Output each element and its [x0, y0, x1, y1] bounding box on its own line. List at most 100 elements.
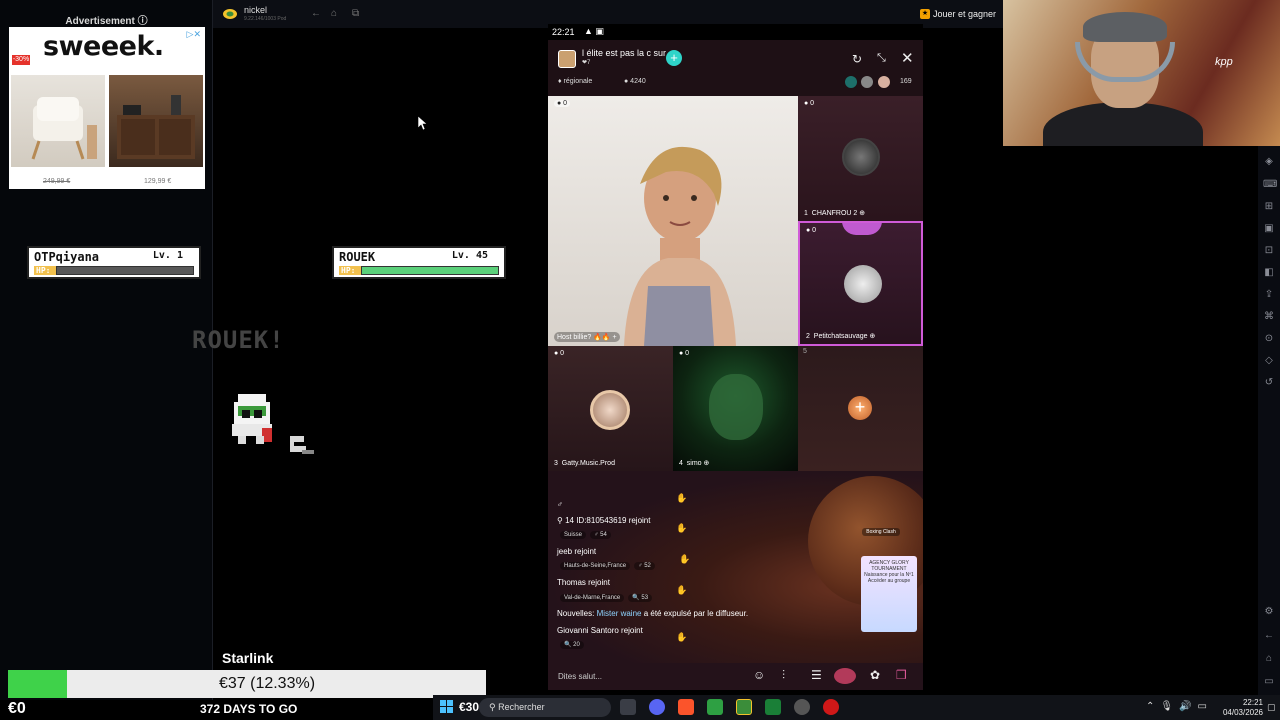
- seat-crown-icon: [842, 223, 882, 235]
- goal-title: Starlink: [222, 650, 274, 666]
- gift-box-icon[interactable]: ❒: [896, 668, 907, 682]
- toolbar-icon-keyboard[interactable]: ⌨: [1263, 179, 1277, 191]
- wave-icon[interactable]: ✋: [676, 632, 687, 643]
- chat-line: ⚲ 14 ID:810543619 rejoint: [557, 516, 651, 525]
- ad-banner[interactable]: sweeek. ▷✕ -30% 249,99 € 129,99 €: [9, 27, 205, 189]
- viewer-avatar[interactable]: [860, 75, 874, 89]
- tabs-icon[interactable]: ⧉: [352, 8, 359, 19]
- toolbar-icon-layers[interactable]: ◇: [1263, 355, 1275, 367]
- toolbar-icon-screen[interactable]: ▣: [1263, 223, 1275, 235]
- toolbar-icon-screenshot[interactable]: ⊡: [1263, 245, 1275, 257]
- toolbar-icon-apk[interactable]: ⇪: [1263, 289, 1275, 301]
- emulator-icon[interactable]: [736, 699, 752, 715]
- taskbar-search[interactable]: ⚲ Rechercher: [479, 698, 611, 717]
- phone-screen: 22:21 ▲ ▣ l élite est pas la c sur ❤7 + …: [548, 24, 923, 690]
- chat-line: ♂: [557, 500, 563, 509]
- player-status-box: ROUEK Lv. 45 HP:: [332, 246, 506, 279]
- room-avatar[interactable]: [558, 50, 576, 68]
- promo-card[interactable]: AGENCY GLORY TOURNAMENT Naissance pour l…: [861, 556, 917, 632]
- emoji-icon[interactable]: ☺: [753, 668, 765, 682]
- toolbar-icon-location[interactable]: ⊙: [1263, 333, 1275, 345]
- webcam-jersey-text: kpp: [1215, 56, 1233, 68]
- seat-name: 1 CHANFROU 2 ⊕: [804, 210, 866, 217]
- viewer-avatar[interactable]: [877, 75, 891, 89]
- ad-product-image-cabinet[interactable]: [109, 75, 203, 167]
- play-and-win-button[interactable]: ★ Jouer et gagner: [916, 6, 1000, 22]
- ad-price-new: 129,99 €: [144, 178, 172, 185]
- chat-area: ♂ ⚲ 14 ID:810543619 rejoint Suisse ♂ 54 j…: [548, 471, 923, 663]
- seat-3[interactable]: ● 0 3 Gatty.Music.Prod: [548, 346, 673, 471]
- toolbar-icon-eco[interactable]: ⌘: [1263, 311, 1275, 323]
- webcam-feed: kpp: [1003, 0, 1280, 146]
- home-icon[interactable]: ⌂: [331, 8, 337, 19]
- seat-2[interactable]: ● 0 2 Petitchatsauvage ⊕: [798, 221, 923, 346]
- region-tag[interactable]: ♦ régionale: [558, 78, 592, 85]
- back-arrow-icon[interactable]: ←: [311, 8, 321, 19]
- seat-5-empty[interactable]: 5 +: [798, 346, 923, 471]
- chat-meta: Val-de-Marne,France 🔍 53: [560, 594, 656, 602]
- viewer-count[interactable]: 169: [900, 78, 912, 85]
- toolbar-icon-settings[interactable]: ⚙: [1263, 606, 1275, 618]
- webcam-headset: [1075, 42, 1175, 82]
- task-view-icon[interactable]: [620, 699, 636, 715]
- join-seat-plus-icon[interactable]: +: [848, 396, 872, 420]
- chat-input[interactable]: [558, 668, 738, 684]
- ad-product-image-chair[interactable]: [11, 75, 105, 167]
- enemy-level: Lv. 1: [152, 250, 183, 261]
- chat-meta: Hauts-de-Seine,France ♂ 52: [560, 562, 659, 570]
- wave-icon[interactable]: ✋: [676, 493, 687, 504]
- viewer-avatar[interactable]: [844, 75, 858, 89]
- host-label: Host billie? 🔥🔥 +: [554, 332, 620, 342]
- seat-video-face: [709, 374, 763, 440]
- seat-avatar: [842, 138, 880, 176]
- rose-gift-icon[interactable]: ✿: [870, 668, 880, 682]
- toolbar-icon-volume[interactable]: ◈: [1263, 156, 1275, 168]
- room-coin-count[interactable]: ● 4240: [624, 78, 646, 85]
- toolbar-icon-home[interactable]: ⌂: [1263, 653, 1275, 665]
- minimize-icon[interactable]: ⤡: [877, 52, 886, 65]
- wave-icon[interactable]: ✋: [676, 585, 687, 596]
- user-logo-icon[interactable]: [222, 7, 238, 21]
- toolbar-icon-back[interactable]: ←: [1263, 630, 1275, 642]
- toolbar-icon-rotate[interactable]: ↺: [1263, 377, 1275, 389]
- app-green-icon[interactable]: [707, 699, 723, 715]
- gift-game-icon[interactable]: [834, 668, 856, 684]
- seat-coins: ● 0: [806, 227, 817, 234]
- notification-icon[interactable]: ▢: [1267, 702, 1276, 713]
- host-video: [624, 146, 736, 346]
- toolbar-icon-gamepad[interactable]: ⊞: [1263, 201, 1275, 213]
- play-store-icon[interactable]: [765, 699, 781, 715]
- close-icon[interactable]: ✕: [901, 49, 914, 67]
- seat-1[interactable]: ● 0 1 CHANFROU 2 ⊕: [798, 96, 923, 221]
- ad-close-icon[interactable]: ▷✕: [187, 29, 201, 40]
- seat-4-video[interactable]: ● 0 4 simo ⊕: [673, 346, 798, 471]
- follow-plus-icon[interactable]: +: [666, 50, 682, 66]
- clock-time[interactable]: 22:21: [1223, 698, 1263, 707]
- host-video-seat[interactable]: ● 0 Host billie? 🔥🔥 +: [548, 96, 798, 346]
- menu-icon[interactable]: ☰: [811, 668, 822, 682]
- wave-icon[interactable]: ✋: [676, 523, 687, 534]
- refresh-icon[interactable]: ↻: [852, 52, 862, 66]
- enemy-status-box: OTPqiyana Lv. 1 HP:: [27, 246, 201, 279]
- seat-name: 2 Petitchatsauvage ⊕: [806, 333, 876, 340]
- chat-meta: 🔍 20: [560, 641, 588, 649]
- seat-name: 3 Gatty.Music.Prod: [554, 460, 615, 467]
- wave-icon[interactable]: ✋: [679, 554, 690, 565]
- youtube-icon[interactable]: [823, 699, 839, 715]
- toolbar-icon-record[interactable]: ◧: [1263, 267, 1275, 279]
- room-header: l élite est pas la c sur ❤7 + ↻ ⤡ ✕ ♦ ré…: [548, 40, 923, 96]
- boxing-clash-label[interactable]: Boxing Clash: [862, 528, 900, 536]
- toolbar-icon-recent[interactable]: ▭: [1263, 676, 1275, 688]
- player-hp-label: HP:: [339, 266, 361, 275]
- brave-icon[interactable]: [678, 699, 694, 715]
- player-name: ROUEK: [339, 250, 376, 264]
- ad-price-old: 249,99 €: [43, 178, 71, 185]
- obs-icon[interactable]: [794, 699, 810, 715]
- clock-date[interactable]: 04/03/2026: [1209, 708, 1263, 717]
- audio-icon[interactable]: ⫶: [782, 668, 785, 683]
- user-name: nickel: [244, 5, 268, 15]
- windows-start-icon[interactable]: [440, 700, 454, 714]
- discord-icon[interactable]: [649, 699, 665, 715]
- player-hp-bar: [361, 266, 499, 275]
- system-tray-icons[interactable]: ⌃🎙🔊▭: [1146, 701, 1213, 712]
